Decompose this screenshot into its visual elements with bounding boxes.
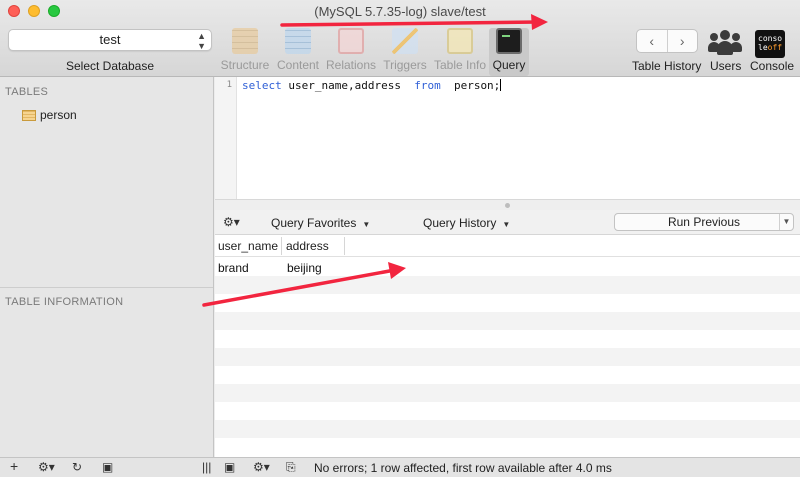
tab-query[interactable]: Query — [489, 28, 529, 76]
table-history-label: Table History — [632, 59, 702, 73]
run-previous-button[interactable]: Run Previous ▼ — [614, 213, 794, 231]
status-bar: + ⚙▾ ↻ ▣ ||| ▣ ⚙▾ ⎘ No errors; 1 row aff… — [0, 457, 800, 477]
empty-row-stripe — [215, 330, 800, 348]
tab-content-label: Content — [276, 58, 320, 72]
history-forward-button[interactable]: › — [666, 30, 698, 52]
structure-icon — [232, 28, 258, 54]
gear-icon[interactable]: ⚙▾ — [253, 460, 270, 474]
table-information-header: TABLE INFORMATION — [5, 296, 124, 308]
table-cell-address[interactable]: beijing — [287, 261, 322, 275]
query-history-menu[interactable]: Query History ▼ — [423, 216, 510, 230]
content-icon — [285, 28, 311, 54]
query-favorites-label: Query Favorites — [271, 216, 357, 230]
run-previous-label: Run Previous — [667, 215, 741, 229]
sql-text: user_name,address — [281, 79, 415, 92]
sql-text: person; — [440, 79, 501, 92]
empty-row-stripe — [215, 402, 800, 420]
tab-triggers-label: Triggers — [383, 58, 427, 72]
table-info-icon — [447, 28, 473, 54]
tab-relations-label: Relations — [325, 58, 377, 72]
database-select-value: test — [99, 32, 121, 47]
empty-row-stripe — [215, 348, 800, 366]
column-header-address[interactable]: address — [286, 239, 329, 253]
refresh-icon[interactable]: ↻ — [72, 460, 82, 474]
split-icon[interactable]: ||| — [202, 460, 211, 474]
table-cell-user-name[interactable]: brand — [218, 261, 249, 275]
text-cursor — [500, 79, 502, 91]
users-icon[interactable] — [708, 30, 742, 56]
console-icon[interactable]: conso leoff — [755, 30, 785, 58]
line-number-gutter: 1 — [215, 77, 237, 210]
empty-row-stripe — [215, 438, 800, 456]
console-icon-off: off — [767, 43, 783, 52]
sidebar: TABLES person TABLE INFORMATION — [0, 77, 214, 457]
chevron-down-icon[interactable]: ▼ — [779, 214, 793, 230]
filter-icon[interactable]: ▣ — [102, 460, 113, 474]
sql-keyword: from — [414, 79, 441, 92]
gear-icon[interactable]: ⚙▾ — [223, 215, 240, 229]
triggers-icon — [392, 28, 418, 54]
users-label[interactable]: Users — [710, 59, 741, 73]
tab-structure[interactable]: Structure — [219, 28, 271, 76]
splitter-handle[interactable] — [505, 203, 510, 208]
column-header-user-name[interactable]: user_name — [218, 239, 278, 253]
empty-row-stripe — [215, 276, 800, 294]
console-icon-text: conso — [758, 34, 783, 43]
query-text[interactable]: select user_name,address from person; — [242, 79, 502, 92]
query-favorites-menu[interactable]: Query Favorites ▼ — [271, 216, 370, 230]
line-number: 1 — [226, 80, 232, 90]
results-table: user_name address brand beijing — [215, 235, 800, 457]
empty-row-stripe — [215, 312, 800, 330]
tab-content[interactable]: Content — [276, 28, 320, 76]
column-divider[interactable] — [281, 237, 282, 255]
tab-relations[interactable]: Relations — [325, 28, 377, 76]
empty-row-stripe — [215, 384, 800, 402]
tab-table-info[interactable]: Table Info — [433, 28, 487, 76]
chevron-updown-icon: ▲ ▼ — [197, 31, 206, 51]
database-select[interactable]: test ▲ ▼ — [8, 29, 212, 51]
sql-keyword: select — [242, 79, 282, 92]
window-title: (MySQL 5.7.35-log) slave/test — [314, 4, 486, 19]
empty-row-stripe — [215, 294, 800, 312]
results-header-row: user_name address — [215, 235, 800, 257]
empty-row-stripe — [215, 366, 800, 384]
tab-structure-label: Structure — [220, 58, 270, 72]
table-history-nav: ‹ › — [636, 29, 698, 53]
query-editor[interactable]: 1 select user_name,address from person; — [215, 77, 800, 210]
editor-results-splitter[interactable] — [215, 199, 800, 210]
tables-header: TABLES — [5, 86, 49, 98]
console-icon-text-2: le — [758, 43, 768, 52]
tab-triggers[interactable]: Triggers — [381, 28, 429, 76]
database-select-label: Select Database — [65, 59, 155, 73]
sidebar-item-person[interactable]: person — [22, 108, 77, 122]
status-message: No errors; 1 row affected, first row ava… — [314, 461, 612, 475]
table-row[interactable]: brand beijing — [215, 258, 800, 276]
history-back-button[interactable]: ‹ — [637, 30, 667, 52]
query-history-label: Query History — [423, 216, 497, 230]
tab-table-info-label: Table Info — [433, 58, 487, 72]
table-icon — [22, 109, 36, 121]
tab-query-label: Query — [492, 58, 526, 72]
query-icon — [496, 28, 522, 54]
window-toolbar: (MySQL 5.7.35-log) slave/test test ▲ ▼ Se… — [0, 0, 800, 77]
sidebar-divider[interactable] — [0, 287, 213, 288]
relations-icon — [338, 28, 364, 54]
add-icon[interactable]: + — [10, 458, 18, 474]
empty-row-stripe — [215, 420, 800, 438]
gear-icon[interactable]: ⚙▾ — [38, 460, 55, 474]
sidebar-item-label: person — [40, 108, 77, 122]
results-toolbar: ⚙▾ Query Favorites ▼ Query History ▼ Run P… — [215, 210, 800, 235]
column-divider[interactable] — [344, 237, 345, 255]
chevron-down-icon: ▼ — [362, 220, 371, 229]
copy-icon[interactable]: ⎘ — [286, 460, 296, 475]
image-icon[interactable]: ▣ — [224, 460, 235, 474]
chevron-down-icon: ▼ — [502, 220, 511, 229]
console-label[interactable]: Console — [750, 59, 794, 73]
